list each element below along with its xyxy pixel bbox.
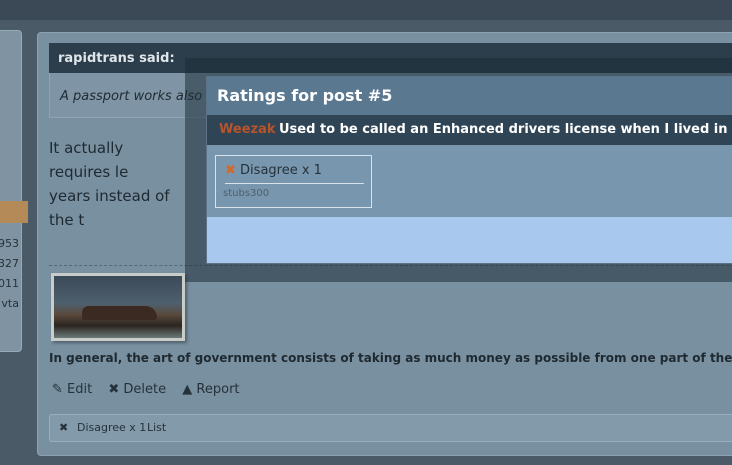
rating-user[interactable]: stubs300 — [223, 188, 269, 199]
x-icon: ✖ — [108, 382, 120, 397]
edit-label: Edit — [67, 382, 93, 397]
rating-group-header: ✖ Disagree x 1 — [225, 163, 364, 184]
delete-link[interactable]: ✖ Delete — [108, 382, 166, 397]
post-author-link[interactable]: Weezak — [219, 122, 276, 137]
rating-group: ✖ Disagree x 1 stubs300 — [215, 155, 372, 208]
disagree-icon: ✖ — [59, 421, 69, 434]
disagree-icon: ✖ — [225, 163, 236, 178]
rating-count: x 1 — [301, 163, 322, 178]
quote-text: A passport works also — [60, 89, 203, 104]
rating-label: Disagree — [240, 163, 298, 178]
warning-icon: ▲ — [182, 382, 193, 397]
post-preview-text: Used to be called an Enhanced drivers li… — [279, 122, 728, 137]
modal-title: Ratings for post #5 — [217, 86, 393, 105]
ratings-list-link[interactable]: List — [147, 421, 166, 434]
modal-body: ✖ Disagree x 1 stubs300 — [207, 145, 732, 217]
report-label: Report — [196, 382, 240, 397]
post-body: It actually requires le years instead of… — [49, 136, 189, 232]
stat-likes: 327 — [0, 257, 19, 270]
post-body-line: years instead of the t — [49, 187, 170, 229]
quote-author[interactable]: rapidtrans said: — [58, 51, 175, 66]
stat-messages: 953 — [0, 237, 19, 250]
stat-points: 011 — [0, 277, 19, 290]
post-actions: ✎ Edit ✖ Delete ▲ Report — [52, 382, 252, 397]
delete-label: Delete — [123, 382, 167, 397]
post-body-line: It actually requires le — [49, 139, 129, 181]
car-image — [82, 306, 157, 320]
stat-location: vta — [1, 297, 19, 310]
signature-text: In general, the art of government consis… — [49, 351, 732, 365]
signature-image — [51, 273, 185, 341]
user-sidebar: 953 327 011 vta — [0, 30, 28, 352]
ratings-bar-label[interactable]: Disagree x 1 — [77, 421, 146, 434]
user-banner — [0, 201, 28, 223]
report-link[interactable]: ▲ Report — [182, 382, 239, 397]
modal-header: Ratings for post #5 — [207, 77, 732, 115]
modal-post-preview: Weezak Used to be called an Enhanced dri… — [207, 115, 732, 145]
ratings-bar: ✖ Disagree x 1 List — [49, 414, 732, 442]
ratings-modal: Ratings for post #5 Weezak Used to be ca… — [206, 76, 732, 264]
edit-link[interactable]: ✎ Edit — [52, 382, 92, 397]
pencil-icon: ✎ — [52, 382, 63, 397]
top-navbar — [0, 0, 732, 20]
